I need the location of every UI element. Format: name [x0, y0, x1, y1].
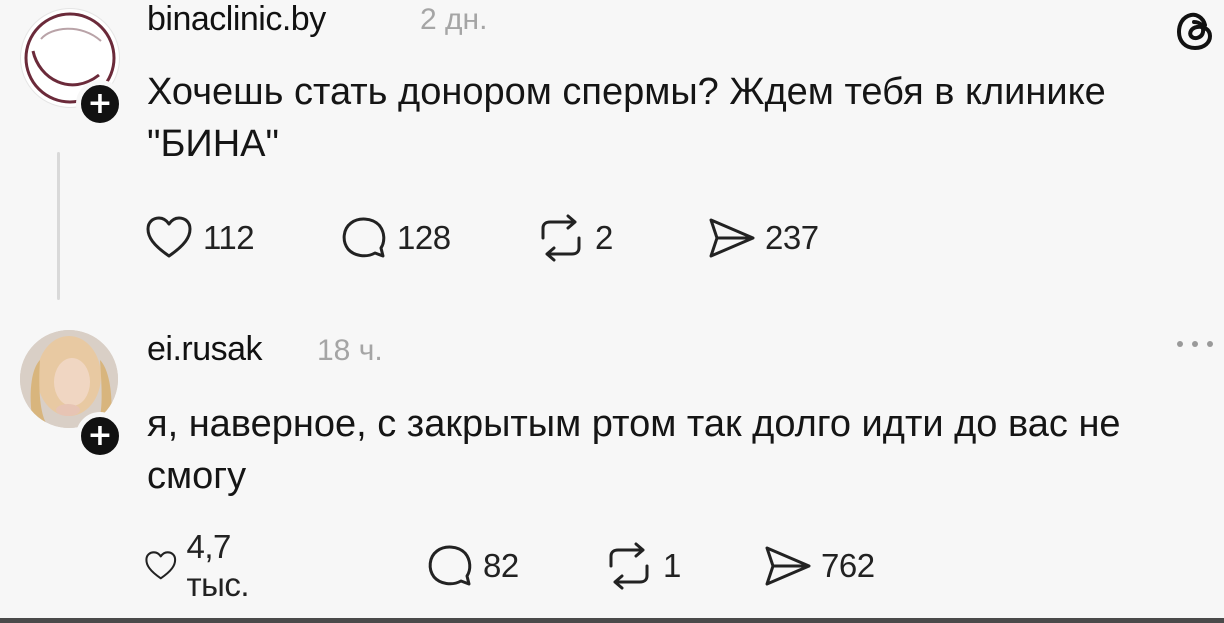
repost-icon — [541, 214, 581, 262]
comment-icon — [342, 217, 386, 258]
heart-icon — [145, 551, 177, 580]
share-button[interactable]: 237 — [705, 214, 819, 262]
like-count: 4,7 тыс. — [186, 528, 250, 603]
comment-button[interactable]: 82 — [425, 542, 519, 590]
username[interactable]: binaclinic.by — [147, 0, 326, 39]
timestamp: 18 ч. — [317, 334, 383, 367]
more-icon[interactable] — [1172, 334, 1218, 354]
repost-button[interactable]: 2 — [535, 214, 613, 262]
bottom-divider — [0, 618, 1224, 623]
post-eirusak: + ei.rusak 18 ч. я, наверное, с закрытым… — [0, 318, 1224, 623]
share-count: 762 — [821, 547, 875, 584]
follow-button[interactable]: + — [76, 412, 124, 460]
comment-count: 128 — [397, 219, 451, 256]
timestamp: 2 дн. — [420, 3, 488, 36]
thread-line — [57, 152, 60, 300]
heart-icon — [146, 216, 192, 258]
post-text: я, наверное, с закрытым ртом так долго и… — [147, 403, 1121, 497]
repost-button[interactable]: 1 — [603, 542, 681, 590]
post-text: Хочешь стать донором спермы? Ждем тебя в… — [147, 71, 1106, 165]
repost-icon — [609, 542, 649, 590]
comment-icon — [428, 545, 472, 586]
repost-count: 1 — [663, 547, 681, 584]
follow-button[interactable]: + — [76, 80, 124, 128]
repost-count: 2 — [595, 219, 613, 256]
send-icon — [765, 546, 811, 586]
comment-button[interactable]: 128 — [339, 214, 451, 262]
share-button[interactable]: 762 — [761, 542, 875, 590]
like-button[interactable]: 112 — [143, 214, 255, 262]
post-binaclinic: + binaclinic.by 2 дн. Хочешь стать донор… — [0, 0, 1224, 310]
comment-count: 82 — [483, 547, 519, 584]
username[interactable]: ei.rusak — [147, 330, 263, 369]
share-count: 237 — [765, 219, 819, 256]
like-count: 112 — [203, 219, 255, 256]
threads-logo-icon[interactable] — [1172, 8, 1218, 54]
send-icon — [709, 218, 755, 258]
like-button[interactable]: 4,7 тыс. — [143, 528, 266, 603]
